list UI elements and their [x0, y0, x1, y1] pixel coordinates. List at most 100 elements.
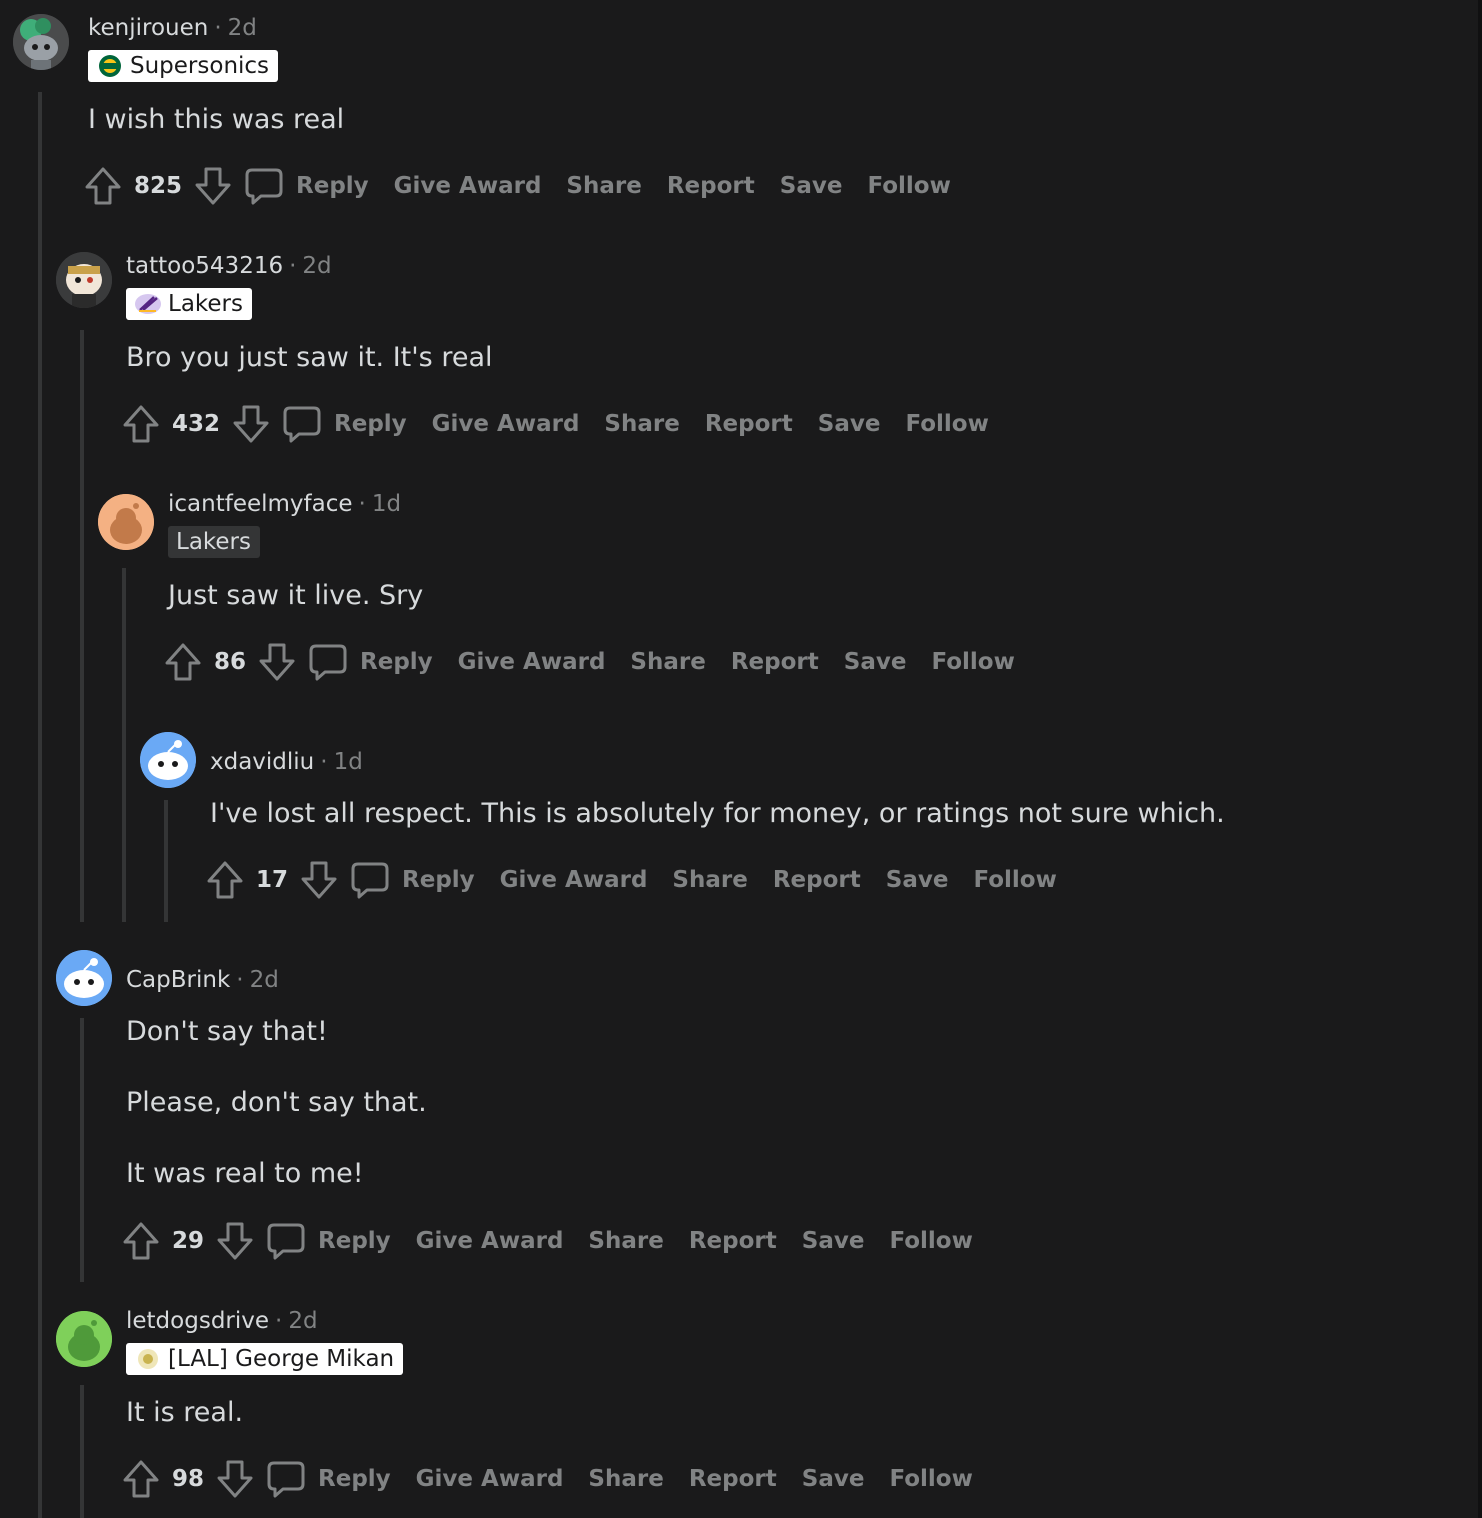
report-button[interactable]: Report — [773, 867, 861, 893]
downvote-icon[interactable] — [232, 404, 270, 444]
separator: · — [214, 15, 222, 41]
thread-line[interactable] — [38, 92, 42, 1518]
comment-meta: xdavidliu · 1d — [210, 747, 363, 777]
comment-meta: kenjirouen · 2d — [88, 13, 257, 43]
downvote-icon[interactable] — [300, 860, 338, 900]
separator: · — [320, 749, 328, 775]
user-flair: Supersonics — [88, 50, 279, 82]
give-award-button[interactable]: Give Award — [458, 649, 606, 675]
share-button[interactable]: Share — [604, 411, 679, 437]
comment-body: Bro you just saw it. It's real — [126, 340, 493, 376]
timestamp[interactable]: 1d — [334, 749, 363, 775]
flair-text: [LAL] George Mikan — [168, 1346, 395, 1372]
reply-icon[interactable] — [266, 1459, 306, 1499]
follow-button[interactable]: Follow — [867, 173, 950, 199]
timestamp[interactable]: 2d — [250, 967, 279, 993]
upvote-icon[interactable] — [122, 404, 160, 444]
reply-icon[interactable] — [350, 860, 390, 900]
share-button[interactable]: Share — [630, 649, 705, 675]
username[interactable]: letdogsdrive — [126, 1308, 269, 1334]
thread-line[interactable] — [80, 330, 84, 922]
save-button[interactable]: Save — [818, 411, 881, 437]
timestamp[interactable]: 2d — [228, 15, 257, 41]
vote-score: 432 — [172, 411, 221, 437]
timestamp[interactable]: 2d — [288, 1308, 317, 1334]
save-button[interactable]: Save — [802, 1466, 865, 1492]
upvote-icon[interactable] — [164, 642, 202, 682]
share-button[interactable]: Share — [588, 1466, 663, 1492]
downvote-icon[interactable] — [194, 166, 232, 206]
comment-meta: CapBrink · 2d — [126, 965, 279, 995]
comment-body: Just saw it live. Sry — [168, 578, 423, 614]
avatar[interactable] — [56, 252, 112, 308]
username[interactable]: xdavidliu — [210, 749, 314, 775]
comment-paragraph: Bro you just saw it. It's real — [126, 342, 493, 373]
upvote-icon[interactable] — [122, 1221, 160, 1261]
flair-text: Lakers — [176, 529, 251, 555]
follow-button[interactable]: Follow — [973, 867, 1056, 893]
avatar[interactable] — [140, 732, 196, 788]
separator: · — [358, 491, 366, 517]
separator: · — [275, 1308, 283, 1334]
share-button[interactable]: Share — [588, 1228, 663, 1254]
report-button[interactable]: Report — [689, 1228, 777, 1254]
save-button[interactable]: Save — [886, 867, 949, 893]
reply-button[interactable]: Reply — [402, 867, 475, 893]
reply-button[interactable]: Reply — [318, 1466, 391, 1492]
timestamp[interactable]: 2d — [302, 253, 331, 279]
username[interactable]: kenjirouen — [88, 15, 208, 41]
reply-icon[interactable] — [244, 166, 284, 206]
give-award-button[interactable]: Give Award — [394, 173, 542, 199]
vote-score: 825 — [134, 173, 183, 199]
report-button[interactable]: Report — [689, 1466, 777, 1492]
save-button[interactable]: Save — [802, 1228, 865, 1254]
vote-score: 29 — [172, 1228, 205, 1254]
username[interactable]: tattoo543216 — [126, 253, 283, 279]
report-button[interactable]: Report — [731, 649, 819, 675]
give-award-button[interactable]: Give Award — [432, 411, 580, 437]
follow-button[interactable]: Follow — [889, 1228, 972, 1254]
follow-button[interactable]: Follow — [905, 411, 988, 437]
reply-button[interactable]: Reply — [318, 1228, 391, 1254]
share-button[interactable]: Share — [672, 867, 747, 893]
downvote-icon[interactable] — [258, 642, 296, 682]
follow-button[interactable]: Follow — [931, 649, 1014, 675]
avatar[interactable] — [56, 1311, 112, 1367]
report-button[interactable]: Report — [705, 411, 793, 437]
share-button[interactable]: Share — [566, 173, 641, 199]
downvote-icon[interactable] — [216, 1221, 254, 1261]
reply-button[interactable]: Reply — [296, 173, 369, 199]
downvote-icon[interactable] — [216, 1459, 254, 1499]
reply-button[interactable]: Reply — [334, 411, 407, 437]
comment-actions: 98 Reply Give Award Share Report Save Fo… — [122, 1457, 973, 1501]
thread-line[interactable] — [122, 568, 126, 922]
save-button[interactable]: Save — [844, 649, 907, 675]
give-award-button[interactable]: Give Award — [500, 867, 648, 893]
avatar[interactable] — [98, 494, 154, 550]
username[interactable]: CapBrink — [126, 967, 230, 993]
report-button[interactable]: Report — [667, 173, 755, 199]
avatar[interactable] — [13, 14, 69, 70]
thread-line[interactable] — [164, 800, 168, 922]
comment-actions: 86 Reply Give Award Share Report Save Fo… — [164, 640, 1015, 684]
thread-line[interactable] — [80, 1018, 84, 1282]
vote-score: 86 — [214, 649, 247, 675]
save-button[interactable]: Save — [780, 173, 843, 199]
upvote-icon[interactable] — [122, 1459, 160, 1499]
username[interactable]: icantfeelmyface — [168, 491, 353, 517]
user-flair: Lakers — [126, 288, 252, 320]
thread-line[interactable] — [80, 1385, 84, 1518]
reply-icon[interactable] — [266, 1221, 306, 1261]
reply-icon[interactable] — [282, 404, 322, 444]
give-award-button[interactable]: Give Award — [416, 1466, 564, 1492]
give-award-button[interactable]: Give Award — [416, 1228, 564, 1254]
follow-button[interactable]: Follow — [889, 1466, 972, 1492]
avatar[interactable] — [56, 950, 112, 1006]
reply-icon[interactable] — [308, 642, 348, 682]
lakers-logo-icon — [134, 292, 162, 316]
upvote-icon[interactable] — [84, 166, 122, 206]
timestamp[interactable]: 1d — [372, 491, 401, 517]
comment-body: Don't say that! Please, don't say that. … — [126, 1014, 427, 1192]
reply-button[interactable]: Reply — [360, 649, 433, 675]
upvote-icon[interactable] — [206, 860, 244, 900]
